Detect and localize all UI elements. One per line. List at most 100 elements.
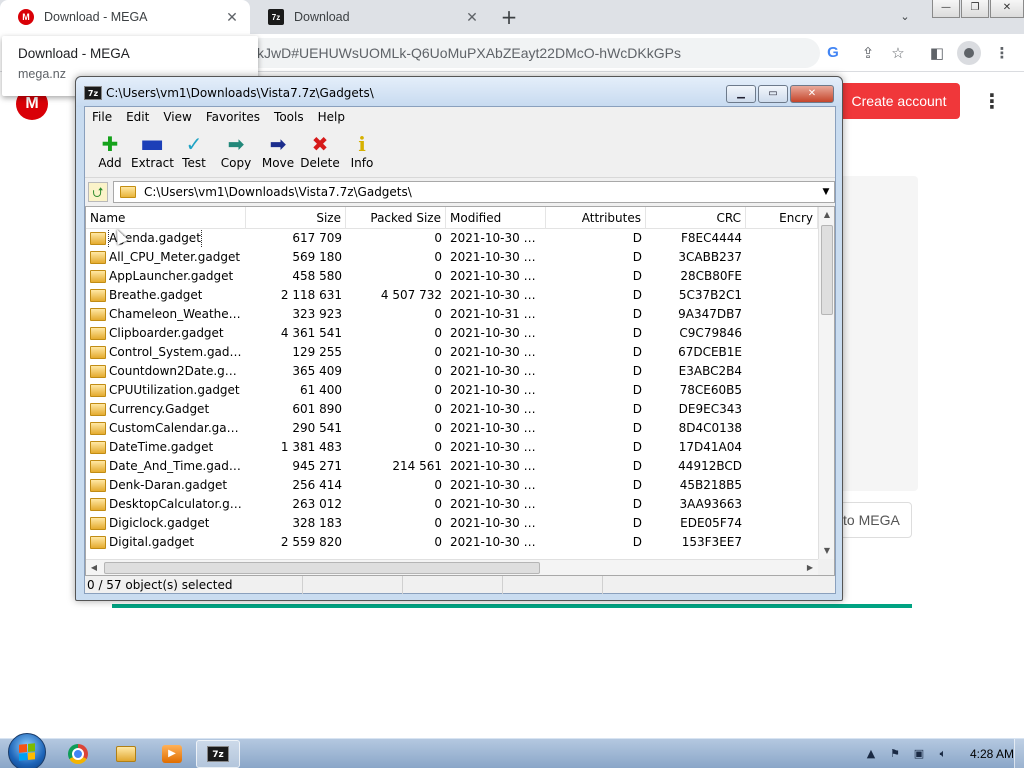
- table-row[interactable]: Date_And_Time.gadget 945 271 214 561 2021-1…: [86, 457, 818, 476]
- copy-button[interactable]: ➡ Copy: [215, 128, 257, 177]
- vertical-scroll-thumb[interactable]: [821, 225, 833, 315]
- 7zip-minimize-button[interactable]: ▁: [726, 85, 756, 103]
- volume-icon[interactable]: 🔈︎: [934, 745, 952, 763]
- address-bar[interactable]: kJwD#UEHUWsUOMLk-Q6UoMuPXAbZEayt22DMcO-h…: [245, 38, 820, 68]
- file-name-cell[interactable]: Currency.Gadget: [86, 400, 246, 419]
- scroll-left-icon[interactable]: ◀: [86, 560, 102, 575]
- file-name-cell[interactable]: DesktopCalculator.gadg...: [86, 495, 246, 514]
- taskbar-chrome[interactable]: [56, 740, 100, 768]
- taskbar-7zip[interactable]: 7z: [196, 740, 240, 768]
- column-header-packed-size[interactable]: Packed Size: [346, 207, 446, 229]
- scroll-down-icon[interactable]: ▼: [819, 543, 834, 559]
- test-button[interactable]: ✓ Test: [173, 128, 215, 177]
- up-folder-icon[interactable]: ⮍: [88, 182, 108, 202]
- menu-view[interactable]: View: [156, 107, 198, 127]
- action-center-icon[interactable]: ⚑: [886, 745, 904, 763]
- horizontal-scroll-thumb[interactable]: [104, 562, 540, 574]
- menu-file[interactable]: File: [85, 107, 119, 127]
- file-name-cell[interactable]: Agenda.gadget: [86, 229, 246, 248]
- table-row[interactable]: Currency.Gadget 601 890 0 2021-10-30 21:15 D…: [86, 400, 818, 419]
- create-account-button[interactable]: Create account: [838, 83, 960, 119]
- table-row[interactable]: Chameleon_Weather.ga... 323 923 0 2021-10-3…: [86, 305, 818, 324]
- 7zip-maximize-button[interactable]: ▭: [758, 85, 788, 103]
- file-name-cell[interactable]: Breathe.gadget: [86, 286, 246, 305]
- column-header-crc[interactable]: CRC: [646, 207, 746, 229]
- 7zip-app-icon[interactable]: 7z: [84, 86, 102, 100]
- file-name-cell[interactable]: Date_And_Time.gadget: [86, 457, 246, 476]
- table-row[interactable]: Denk-Daran.gadget 256 414 0 2021-10-30 21:1…: [86, 476, 818, 495]
- menu-favorites[interactable]: Favorites: [199, 107, 267, 127]
- show-desktop-button[interactable]: [1014, 739, 1024, 768]
- mega-menu-icon[interactable]: ⋮: [980, 89, 1004, 113]
- side-panel-icon[interactable]: ◧: [926, 42, 948, 64]
- column-header-attributes[interactable]: Attributes: [546, 207, 646, 229]
- menu-tools[interactable]: Tools: [267, 107, 311, 127]
- 7zip-close-button[interactable]: ✕: [790, 85, 834, 103]
- file-name-cell[interactable]: Chameleon_Weather.ga...: [86, 305, 246, 324]
- delete-button[interactable]: ✖ Delete: [299, 128, 341, 177]
- show-hidden-icons-icon[interactable]: ▲: [862, 745, 880, 763]
- share-icon[interactable]: ⇪: [857, 42, 879, 64]
- tab-download-mega[interactable]: M Download - MEGA ✕: [0, 0, 250, 34]
- 7zip-file-list[interactable]: Name Size Packed Size Modified Attribute…: [85, 206, 835, 576]
- 7zip-titlebar[interactable]: 7z C:\Users\vm1\Downloads\Vista7.7z\Gadg…: [76, 77, 842, 107]
- table-row[interactable]: Digiclock.gadget 328 183 0 2021-10-30 21:16…: [86, 514, 818, 533]
- tab-search-icon[interactable]: ⌄: [896, 8, 914, 26]
- new-tab-button[interactable]: +: [498, 6, 520, 28]
- table-row[interactable]: Digital.gadget 2 559 820 0 2021-10-30 21:16…: [86, 533, 818, 552]
- menu-edit[interactable]: Edit: [119, 107, 156, 127]
- menu-help[interactable]: Help: [311, 107, 352, 127]
- column-header-modified[interactable]: Modified: [446, 207, 546, 229]
- info-button[interactable]: i Info: [341, 128, 383, 177]
- file-name-cell[interactable]: DateTime.gadget: [86, 438, 246, 457]
- scroll-right-icon[interactable]: ▶: [802, 560, 818, 575]
- start-button[interactable]: [8, 733, 46, 768]
- file-name-cell[interactable]: AppLauncher.gadget: [86, 267, 246, 286]
- table-row[interactable]: Breathe.gadget 2 118 631 4 507 732 2021-10-…: [86, 286, 818, 305]
- table-row[interactable]: DateTime.gadget 1 381 483 0 2021-10-30 21:1…: [86, 438, 818, 457]
- table-row[interactable]: CustomCalendar.gadget 290 541 0 2021-10-30 …: [86, 419, 818, 438]
- extract-button[interactable]: ▬ Extract: [131, 128, 174, 177]
- scroll-up-icon[interactable]: ▲: [819, 207, 834, 223]
- tab-download[interactable]: 7z Download ✕: [250, 0, 490, 34]
- table-row[interactable]: Control_System.gadget 129 255 0 2021-10-30 …: [86, 343, 818, 362]
- table-row[interactable]: DesktopCalculator.gadg... 263 012 0 2021-10…: [86, 495, 818, 514]
- file-name-cell[interactable]: All_CPU_Meter.gadget: [86, 248, 246, 267]
- file-name-cell[interactable]: CustomCalendar.gadget: [86, 419, 246, 438]
- table-row[interactable]: Clipboarder.gadget 4 361 541 0 2021-10-30 2…: [86, 324, 818, 343]
- file-name-cell[interactable]: Clipboarder.gadget: [86, 324, 246, 343]
- file-name-cell[interactable]: Digital.gadget: [86, 533, 246, 552]
- table-row[interactable]: CPUUtilization.gadget 61 400 0 2021-10-30 2…: [86, 381, 818, 400]
- google-lens-icon[interactable]: G: [822, 42, 844, 64]
- bookmark-star-icon[interactable]: ☆: [887, 42, 909, 64]
- taskbar-clock[interactable]: 4:28 AM: [970, 747, 1014, 761]
- table-row[interactable]: Agenda.gadget 617 709 0 2021-10-30 21:15 D F8…: [86, 229, 818, 248]
- file-name-cell[interactable]: CPUUtilization.gadget: [86, 381, 246, 400]
- close-window-button[interactable]: ✕: [990, 0, 1024, 18]
- restore-button[interactable]: ❐: [961, 0, 989, 18]
- taskbar-media-player[interactable]: ▶: [150, 740, 194, 768]
- file-name-cell[interactable]: Denk-Daran.gadget: [86, 476, 246, 495]
- add-button[interactable]: ✚ Add: [89, 128, 131, 177]
- move-button[interactable]: ➡ Move: [257, 128, 299, 177]
- taskbar-explorer[interactable]: [104, 740, 148, 768]
- 7zip-path-combo[interactable]: C:\Users\vm1\Downloads\Vista7.7z\Gadgets…: [113, 181, 835, 203]
- chevron-down-icon[interactable]: ▼: [818, 187, 834, 197]
- minimize-button[interactable]: —: [932, 0, 960, 18]
- mega-secondary-button[interactable]: to MEGA: [838, 502, 912, 538]
- table-row[interactable]: Countdown2Date.gadget 365 409 0 2021-10-30 …: [86, 362, 818, 381]
- table-row[interactable]: AppLauncher.gadget 458 580 0 2021-10-30 21:…: [86, 267, 818, 286]
- chrome-menu-icon[interactable]: ⋮: [991, 42, 1013, 64]
- table-row[interactable]: All_CPU_Meter.gadget 569 180 0 2021-10-30 2…: [86, 248, 818, 267]
- tab-close-icon[interactable]: ✕: [464, 9, 480, 26]
- column-header-encrypted[interactable]: Encry: [746, 207, 818, 229]
- horizontal-scrollbar[interactable]: ◀ ▶: [86, 559, 818, 575]
- file-name-cell[interactable]: Digiclock.gadget: [86, 514, 246, 533]
- vertical-scrollbar[interactable]: ▲ ▼: [818, 207, 834, 559]
- file-name-cell[interactable]: Countdown2Date.gadget: [86, 362, 246, 381]
- file-name-cell[interactable]: Control_System.gadget: [86, 343, 246, 362]
- network-icon[interactable]: ▣: [910, 745, 928, 763]
- column-header-name[interactable]: Name: [86, 207, 246, 229]
- tab-close-icon[interactable]: ✕: [224, 9, 240, 26]
- column-header-size[interactable]: Size: [246, 207, 346, 229]
